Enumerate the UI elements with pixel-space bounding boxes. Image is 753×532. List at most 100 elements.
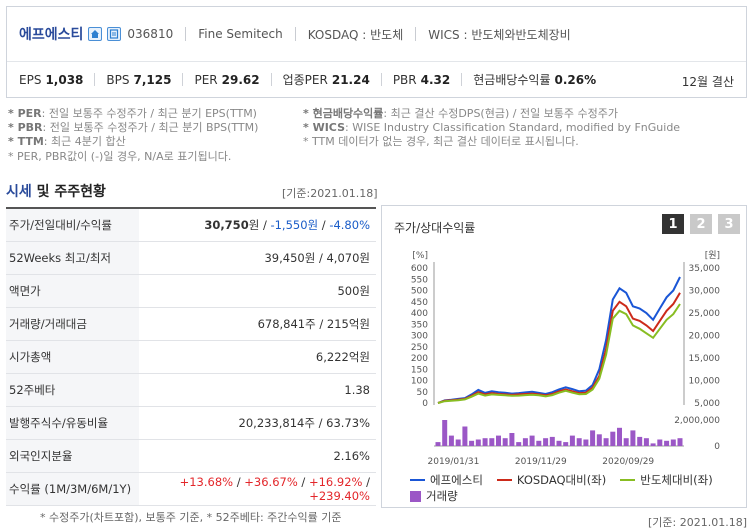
left-tick-label: 100 [411,377,428,387]
series-line [437,292,681,404]
right-tick-label: 10,000 [689,377,721,387]
value-part: / [297,475,309,489]
metrics-bar: EPS 1,038 BPS 7,125 PER 29.62 업종PER 21.24 PBR 4.3… [7,62,746,97]
wics-info: WICS : 반도체와반도체장비 [428,27,571,42]
note-line: * TTM 데이터가 없는 경우, 최근 결산 데이터로 표시됩니다. [303,135,748,149]
row-value: 1.38 [139,383,376,397]
x-tick-label: 2020/09/29 [602,457,654,467]
metric-item: EPS 1,038 [19,73,83,87]
table-row: 수익률 (1M/3M/6M/1Y) +13.68% / +36.67% / +16… [6,473,376,506]
metric-item: PER 29.62 [194,73,259,87]
section-title-a: 시세 [6,184,32,200]
volume-bar [509,433,515,446]
notes-right: * 현금배당수익률: 최근 결산 수정DPS(현금) / 전일 보통주 수정주가… [303,107,748,150]
volume-bar [596,434,602,446]
volume-bar [536,440,542,446]
volume-bar [522,438,528,446]
volume-bar [670,439,676,446]
left-tick-label: 450 [411,298,428,308]
table-row: 거래량/거래대금 678,841주 / 215억원 [6,308,376,341]
note-text: : 최근 4분기 합산 [43,135,126,149]
x-tick-label: 2019/01/31 [428,457,480,467]
volume-bar [563,442,569,446]
table-row: 52주베타 1.38 [6,374,376,407]
volume-tick-label: 2,000,000 [674,416,720,426]
divider [380,73,382,86]
volume-bar [630,430,636,446]
value-part: 20,233,814주 / 63.73% [238,416,370,430]
volume-bar [502,438,508,446]
legend-label: 에프에스티 [430,473,483,487]
table-row: 시가총액 6,222억원 [6,341,376,374]
volume-tick-label: 0 [714,442,720,452]
volume-bar [516,442,522,446]
volume-bar [462,426,468,446]
table-row: 52Weeks 최고/최저 39,450원 / 4,070원 [6,242,376,275]
value-part: +16.92% [308,475,363,489]
english-name: Fine Semitech [198,27,283,41]
left-tick-label: 400 [411,309,428,319]
value-part: 500원 [337,284,370,298]
value-part: 2.16% [333,449,370,463]
header-top: 에프에스티 036810 Fine Semitech KOSDAQ : 반도체 … [7,7,746,62]
row-label: 액면가 [6,275,139,307]
left-tick-label: 300 [411,332,428,342]
chart-svg: 050100150200250300350400450500550600[%]5… [411,250,721,467]
volume-bar [442,420,448,446]
value-part: -1,550원 [270,218,319,232]
left-tick-label: 0 [422,399,428,409]
volume-bar [576,438,582,446]
metric-label: PER [194,72,218,87]
left-tick-label: 500 [411,287,428,297]
row-value: 678,841주 / 215억원 [139,316,376,332]
metric-item: 현금배당수익률 0.26% [473,71,596,88]
volume-bar [623,438,629,446]
metric-value: 7,125 [133,72,172,87]
volume-bar [643,438,649,446]
metric-label: PBR [392,72,417,87]
metric-label: 업종PER [282,73,328,87]
left-tick-label: 550 [411,275,428,285]
report-icon[interactable] [107,27,122,41]
metric-label: BPS [106,72,130,87]
quote-table: 주가/전일대비/수익률 30,750원 / -1,550원 / -4.80% 52W… [6,207,376,506]
value-part: 1.38 [344,383,370,397]
value-part: / [233,475,245,489]
value-part: 6,222억원 [315,350,370,364]
volume-bar [569,435,575,446]
value-part: 39,450원 / 4,070원 [264,251,370,265]
metric-value: 29.62 [221,72,260,87]
table-row: 액면가 500원 [6,275,376,308]
metric-label: 현금배당수익률 [473,73,551,87]
metric-value: 0.26% [554,72,597,87]
row-label: 52주베타 [6,374,139,406]
volume-bar [590,430,596,446]
legend-label: 반도체대비(좌) [640,473,713,487]
divider [461,73,463,86]
legend-swatch [620,479,636,481]
table-row: 발행주식수/유동비율 20,233,814주 / 63.73% [6,407,376,440]
note-text: : 최근 결산 수정DPS(현금) / 전일 보통주 수정주가 [383,107,619,120]
legend-label: KOSDAQ대비(좌) [516,473,607,487]
home-icon[interactable] [88,27,103,41]
note-key: * WICS [303,121,346,135]
section-title-b: 및 주주현황 [31,184,106,200]
value-part: 원 / [248,218,271,232]
right-tick-label: 35,000 [689,264,721,274]
row-value: 39,450원 / 4,070원 [139,250,376,266]
row-label: 외국인지분율 [6,440,139,472]
chart-panel: 주가/상대수익률 123 0 50 100 150 200 250 300 350 400 450… [381,205,747,508]
volume-bar [489,438,495,446]
divider [270,73,272,86]
row-value: 6,222억원 [139,349,376,365]
divider [294,27,296,41]
legend-item: 에프에스티 [410,472,483,488]
value-part: 30,750 [204,218,249,232]
volume-bar [482,438,488,446]
divider [94,73,96,86]
note-line: * PBR: 전일 보통주 수정주가 / 최근 분기 BPS(TTM) [8,121,308,135]
note-key: * TTM [8,135,44,149]
note-line: * PER: 전일 보통주 수정주가 / 최근 분기 EPS(TTM) [8,107,308,121]
note-line: * PER, PBR값이 (-)일 경우, N/A로 표기됩니다. [8,150,308,164]
table-row: 주가/전일대비/수익률 30,750원 / -1,550원 / -4.80% [6,209,376,242]
